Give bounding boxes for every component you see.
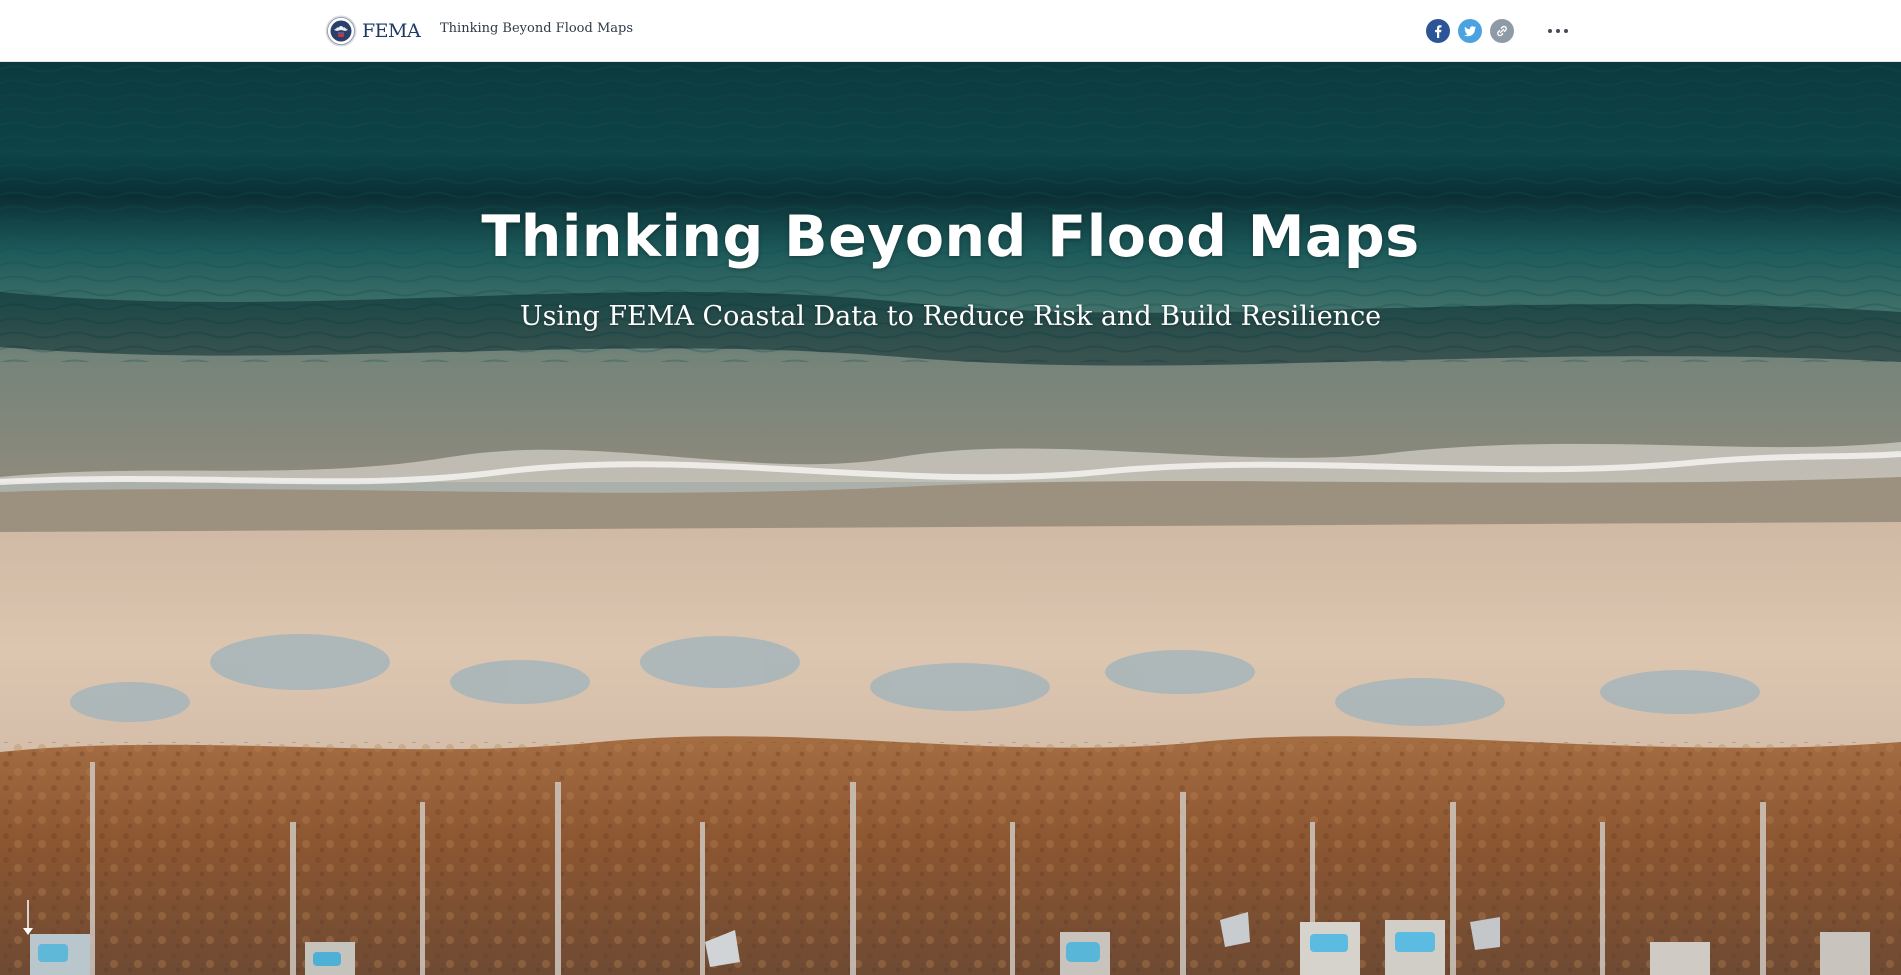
aerial-beach-photo: [0, 62, 1901, 975]
more-options-dot: [1564, 29, 1568, 33]
down-arrow-icon[interactable]: [20, 900, 36, 936]
hero-cover: Thinking Beyond Flood Maps Using FEMA Co…: [0, 62, 1901, 975]
fema-logo-text: FEMA: [362, 20, 421, 42]
facebook-icon: [1435, 25, 1442, 38]
twitter-share-button[interactable]: [1458, 19, 1482, 43]
twitter-icon: [1464, 26, 1476, 37]
hero-subtitle: Using FEMA Coastal Data to Reduce Risk a…: [519, 301, 1382, 332]
more-options-dot: [1556, 29, 1560, 33]
header-story-title: Thinking Beyond Flood Maps: [440, 21, 634, 36]
more-options-icon: [1548, 29, 1552, 33]
link-icon: [1497, 25, 1507, 37]
dhs-seal-icon: [325, 15, 357, 47]
fema-logo-link[interactable]: FEMA: [325, 13, 421, 49]
story-header: FEMA Thinking Beyond Flood Maps: [0, 0, 1901, 62]
hero-title: Thinking Beyond Flood Maps: [481, 204, 1420, 270]
facebook-share-button[interactable]: [1426, 19, 1450, 43]
more-options-button[interactable]: [1544, 20, 1572, 42]
copy-link-button[interactable]: [1490, 19, 1514, 43]
